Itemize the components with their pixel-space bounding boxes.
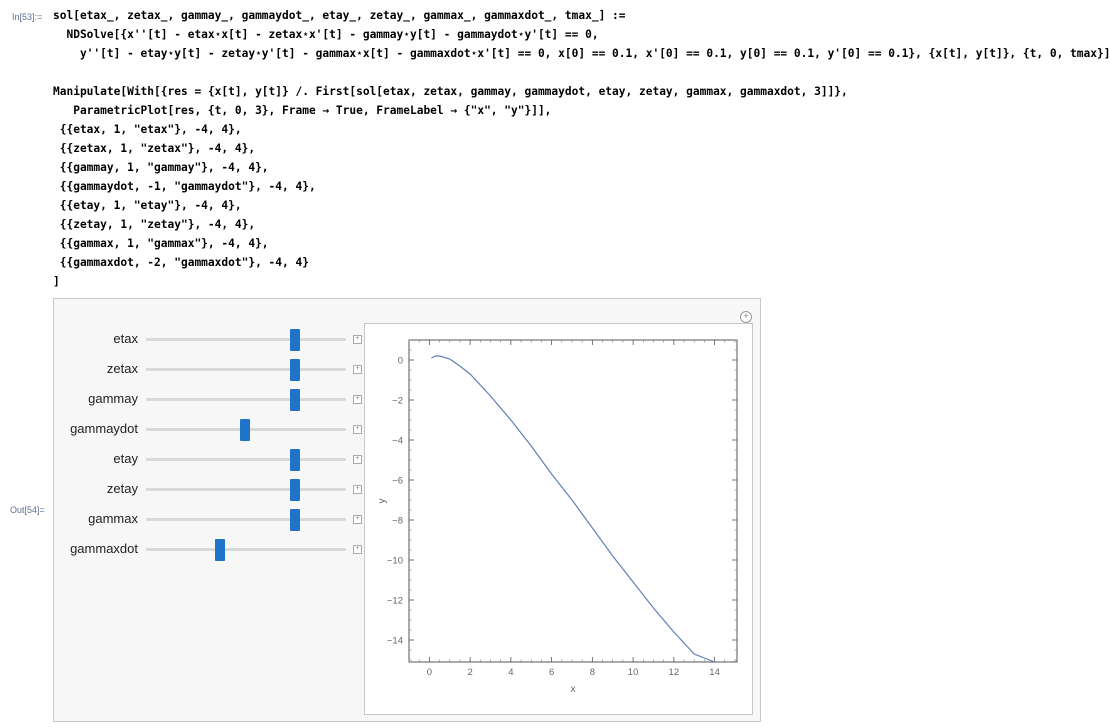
slider-thumb[interactable] (290, 479, 300, 501)
slider-row-etax: etax + (54, 329, 364, 351)
slider-track[interactable] (146, 488, 346, 491)
slider-label: gammaydot (70, 421, 138, 436)
manipulate-panel: + etax + zetax + gammay + gammaydot + etay + zetay… (53, 298, 761, 722)
slider-label: gammaxdot (70, 541, 138, 556)
slider-thumb[interactable] (290, 389, 300, 411)
slider-label: zetay (106, 481, 138, 496)
y-tick-label: 0 (398, 356, 403, 367)
code-line: {{etay, 1, "etay"}, -4, 4}, (53, 199, 242, 212)
x-axis-label: x (571, 684, 576, 695)
code-line: ] (53, 275, 60, 288)
slider-expand-icon[interactable]: + (353, 395, 362, 404)
slider-thumb[interactable] (290, 449, 300, 471)
slider-label: zetax (106, 361, 138, 376)
slider-thumb[interactable] (290, 509, 300, 531)
code-line: ParametricPlot[res, {t, 0, 3}, Frame → T… (53, 104, 552, 117)
y-tick-label: −10 (387, 556, 403, 567)
slider-label: gammay (88, 391, 138, 406)
x-tick-label: 12 (669, 667, 680, 678)
input-code[interactable]: sol[etax_, zetax_, gammay_, gammaydot_, … (53, 6, 1110, 296)
slider-row-zetay: zetay + (54, 479, 364, 501)
x-tick-label: 4 (508, 667, 513, 678)
slider-expand-icon[interactable]: + (353, 515, 362, 524)
slider-expand-icon[interactable]: + (353, 455, 362, 464)
slider-track[interactable] (146, 338, 346, 341)
parametric-plot: 0 2 4 6 8 10 12 14 0 −2 −4 −6 −8 −10 −12 −14 x y (377, 339, 738, 695)
code-line: {{gammay, 1, "gammay"}, -4, 4}, (53, 161, 269, 174)
slider-label: etax (113, 331, 138, 346)
y-tick-label: −8 (392, 516, 403, 527)
input-cell-label: In[53]:= (12, 12, 43, 22)
y-tick-label: −2 (392, 396, 403, 407)
code-line: y''[t] - etay⋆y[t] - zetay⋆y'[t] - gamma… (53, 47, 1110, 60)
expand-options-icon[interactable]: + (740, 311, 752, 323)
y-tick-label: −12 (387, 596, 403, 607)
slider-track[interactable] (146, 398, 346, 401)
code-line: {{gammaxdot, -2, "gammaxdot"}, -4, 4} (53, 256, 309, 269)
slider-expand-icon[interactable]: + (353, 545, 362, 554)
x-tick-label: 8 (590, 667, 595, 678)
slider-track[interactable] (146, 518, 346, 521)
slider-row-gammaxdot: gammaxdot + (54, 539, 364, 561)
code-line: {{zetax, 1, "zetax"}, -4, 4}, (53, 142, 256, 155)
y-tick-label: −14 (387, 636, 403, 647)
slider-thumb[interactable] (240, 419, 250, 441)
slider-thumb[interactable] (290, 329, 300, 351)
code-line: {{etax, 1, "etax"}, -4, 4}, (53, 123, 242, 136)
x-tick-label: 10 (628, 667, 639, 678)
slider-expand-icon[interactable]: + (353, 365, 362, 374)
slider-row-gammay: gammay + (54, 389, 364, 411)
code-line: {{gammaydot, -1, "gammaydot"}, -4, 4}, (53, 180, 316, 193)
code-line: {{zetay, 1, "zetay"}, -4, 4}, (53, 218, 256, 231)
code-line: NDSolve[{x''[t] - etax⋆x[t] - zetax⋆x'[t… (53, 28, 599, 41)
slider-expand-icon[interactable]: + (353, 485, 362, 494)
slider-label: etay (113, 451, 138, 466)
slider-thumb[interactable] (215, 539, 225, 561)
slider-row-etay: etay + (54, 449, 364, 471)
slider-expand-icon[interactable]: + (353, 335, 362, 344)
x-tick-label: 2 (467, 667, 472, 678)
slider-thumb[interactable] (290, 359, 300, 381)
y-tick-label: −6 (392, 476, 403, 487)
code-line: Manipulate[With[{res = {x[t], y[t]} /. F… (53, 85, 848, 98)
slider-row-gammaydot: gammaydot + (54, 419, 364, 441)
x-tick-label: 14 (709, 667, 720, 678)
x-tick-label: 6 (549, 667, 554, 678)
output-cell-label: Out[54]= (10, 505, 45, 515)
x-tick-label: 0 (427, 667, 432, 678)
slider-row-zetax: zetax + (54, 359, 364, 381)
slider-row-gammax: gammax + (54, 509, 364, 531)
plot-frame: 0 2 4 6 8 10 12 14 0 −2 −4 −6 −8 −10 −12 −14 x y (364, 323, 753, 715)
slider-label: gammax (88, 511, 138, 526)
code-line: {{gammax, 1, "gammax"}, -4, 4}, (53, 237, 269, 250)
code-line: sol[etax_, zetax_, gammay_, gammaydot_, … (53, 9, 626, 22)
slider-track[interactable] (146, 368, 346, 371)
y-tick-label: −4 (392, 436, 403, 447)
y-axis-label: y (377, 499, 388, 504)
slider-expand-icon[interactable]: + (353, 425, 362, 434)
slider-track[interactable] (146, 548, 346, 551)
slider-track[interactable] (146, 458, 346, 461)
